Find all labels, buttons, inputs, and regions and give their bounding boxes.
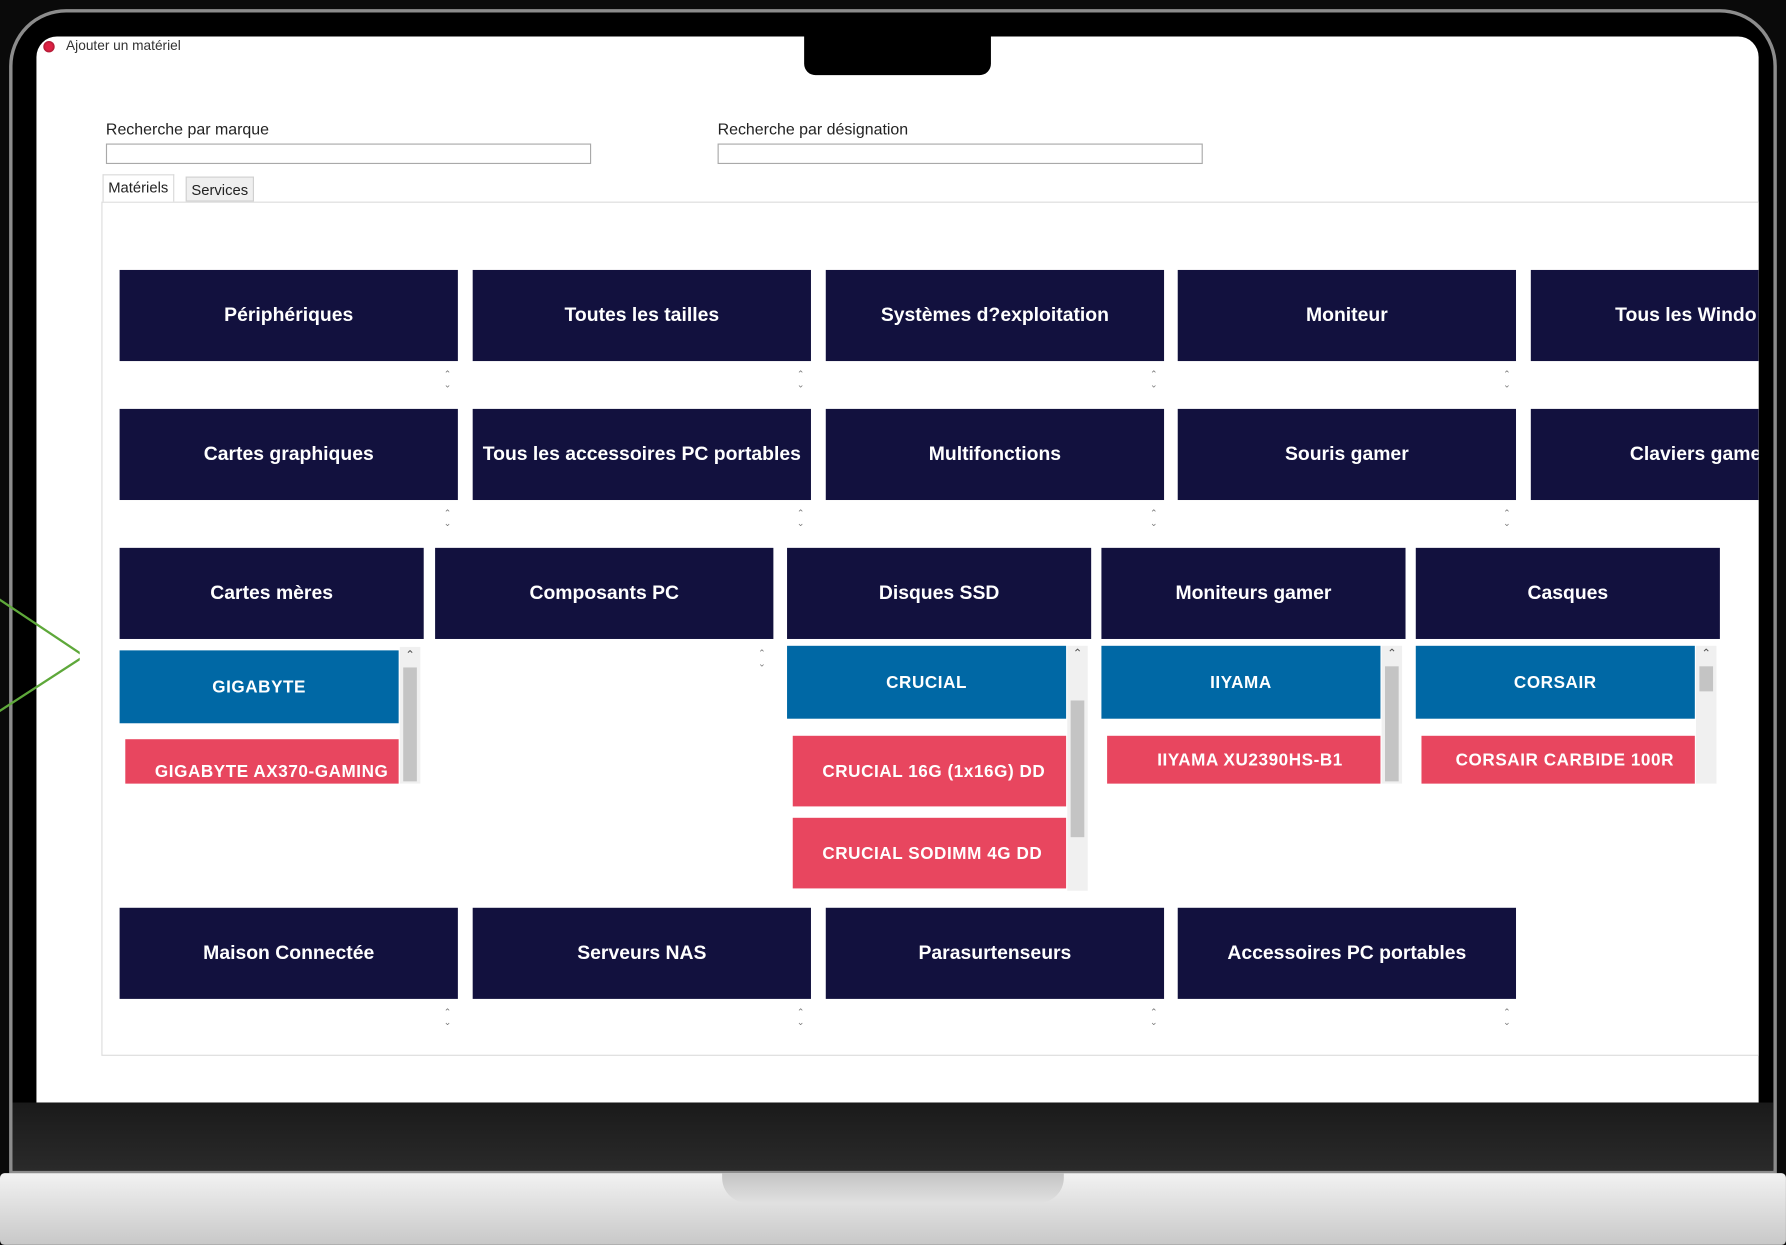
brand-crucial[interactable]: CRUCIAL	[787, 645, 1067, 719]
spinner-updown-icon[interactable]: ⌃ ⌄	[795, 369, 806, 392]
product-corsair-carbide-100r[interactable]: CORSAIR CARBIDE 100R	[1421, 735, 1695, 784]
product-crucial-sodimm-4g[interactable]: CRUCIAL SODIMM 4G DD	[792, 817, 1067, 889]
category-serveurs-nas[interactable]: Serveurs NAS	[472, 907, 811, 999]
category-souris-gamer[interactable]: Souris gamer	[1177, 408, 1517, 501]
scrollbar-casques[interactable]: ⌃	[1695, 645, 1717, 784]
spinner-updown-icon[interactable]: ⌃ ⌄	[1148, 1007, 1159, 1030]
category-claviers-gamer[interactable]: Claviers game	[1530, 408, 1759, 501]
category-maison-connectee[interactable]: Maison Connectée	[119, 907, 458, 999]
spinner-updown-icon[interactable]: ⌃ ⌄	[1148, 508, 1159, 531]
scrollbar-thumb[interactable]	[403, 667, 417, 782]
designation-search-input[interactable]	[717, 143, 1203, 165]
category-toutes-les-tailles[interactable]: Toutes les tailles	[472, 269, 811, 362]
designation-search-label: Recherche par désignation	[717, 119, 909, 138]
category-parasurtenseurs[interactable]: Parasurtenseurs	[825, 907, 1165, 999]
spinner-updown-icon[interactable]: ⌃ ⌄	[756, 648, 767, 671]
spinner-updown-icon[interactable]: ⌃ ⌄	[795, 1007, 806, 1030]
brand-search-label: Recherche par marque	[105, 119, 270, 138]
scrollbar-cartes-meres[interactable]: ⌃	[399, 646, 421, 784]
product-iiyama-xu2390hs[interactable]: IIYAMA XU2390HS-B1	[1107, 735, 1381, 784]
category-systemes-exploitation[interactable]: Systèmes d?exploitation	[825, 269, 1165, 362]
brand-gigabyte[interactable]: GIGABYTE	[119, 650, 399, 724]
category-cartes-graphiques[interactable]: Cartes graphiques	[119, 408, 458, 501]
category-peripheriques[interactable]: Périphériques	[119, 269, 458, 362]
laptop-base-notch	[722, 1173, 1064, 1203]
scrollbar-thumb[interactable]	[1699, 666, 1714, 692]
product-gigabyte-ax370[interactable]: GIGABYTE AX370-GAMING	[125, 739, 399, 784]
category-composants-pc[interactable]: Composants PC	[435, 547, 774, 639]
brand-search-input[interactable]	[105, 143, 592, 165]
category-casques[interactable]: Casques	[1415, 547, 1720, 639]
spinner-updown-icon[interactable]: ⌃ ⌄	[1148, 369, 1159, 392]
brand-iiyama[interactable]: IIYAMA	[1101, 645, 1381, 719]
category-multifonctions[interactable]: Multifonctions	[825, 408, 1165, 501]
laptop-frame: Ajouter un matériel Recherche par marque…	[0, 0, 1786, 1245]
category-accessoires-pc-portables-all[interactable]: Tous les accessoires PC portables	[472, 408, 811, 501]
scrollbar-thumb[interactable]	[1385, 666, 1399, 782]
category-cartes-meres[interactable]: Cartes mères	[119, 547, 424, 639]
category-moniteur[interactable]: Moniteur	[1177, 269, 1517, 362]
category-accessoires-pc-portables[interactable]: Accessoires PC portables	[1177, 907, 1517, 999]
product-crucial-16g[interactable]: CRUCIAL 16G (1x16G) DD	[792, 735, 1067, 807]
tab-materiels[interactable]: Matériels	[102, 174, 174, 202]
spinner-updown-icon[interactable]: ⌃ ⌄	[442, 1007, 453, 1030]
scrollbar-disques-ssd[interactable]: ⌃	[1067, 645, 1088, 891]
category-tous-les-windows[interactable]: Tous les Windo	[1530, 269, 1759, 362]
chevron-up-icon[interactable]: ⌃	[1696, 648, 1717, 661]
laptop-chin	[12, 1102, 1774, 1171]
app-window: Ajouter un matériel Recherche par marque…	[36, 36, 1759, 1103]
spinner-updown-icon[interactable]: ⌃ ⌄	[442, 369, 453, 392]
window-title: Ajouter un matériel	[66, 37, 181, 54]
category-disques-ssd[interactable]: Disques SSD	[787, 547, 1092, 639]
tab-services[interactable]: Services	[185, 176, 254, 202]
spinner-updown-icon[interactable]: ⌃ ⌄	[795, 508, 806, 531]
scrollbar-thumb[interactable]	[1070, 700, 1085, 838]
chevron-up-icon[interactable]: ⌃	[1067, 648, 1088, 661]
camera-notch	[804, 36, 991, 76]
category-moniteurs-gamer[interactable]: Moniteurs gamer	[1101, 547, 1406, 639]
app-icon	[43, 41, 55, 53]
chevron-up-icon[interactable]: ⌃	[400, 649, 421, 662]
spinner-updown-icon[interactable]: ⌃ ⌄	[1501, 369, 1512, 392]
scrollbar-moniteurs-gamer[interactable]: ⌃	[1381, 645, 1403, 784]
chevron-up-icon[interactable]: ⌃	[1382, 648, 1403, 661]
brand-corsair[interactable]: CORSAIR	[1415, 645, 1695, 719]
pointer-arrow-icon	[0, 598, 80, 713]
spinner-updown-icon[interactable]: ⌃ ⌄	[442, 508, 453, 531]
spinner-updown-icon[interactable]: ⌃ ⌄	[1501, 1007, 1512, 1030]
spinner-updown-icon[interactable]: ⌃ ⌄	[1501, 508, 1512, 531]
